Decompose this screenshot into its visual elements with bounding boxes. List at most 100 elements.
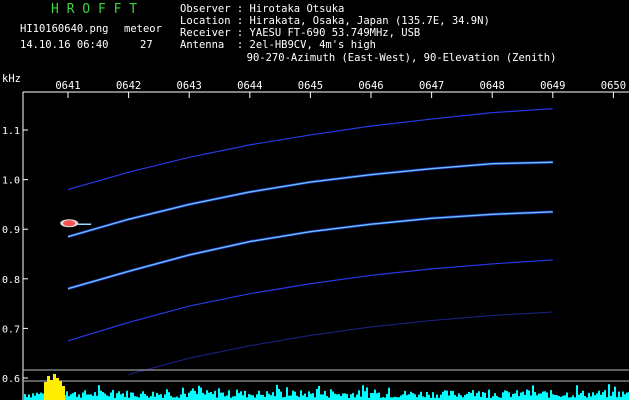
level-bar [594, 395, 596, 400]
level-bar [288, 395, 290, 400]
doppler-trace [67, 108, 553, 191]
level-bar [358, 390, 360, 400]
level-bar [356, 394, 358, 400]
level-bar [212, 393, 214, 400]
level-bar [258, 390, 260, 400]
level-bar [180, 394, 182, 400]
level-bar [550, 390, 552, 400]
y-tick-label: 0.6 [2, 374, 20, 385]
level-bar [624, 394, 626, 400]
level-bar [602, 392, 604, 400]
level-bar [152, 391, 154, 400]
level-bar [74, 391, 76, 400]
level-bar [604, 390, 606, 400]
level-bar [120, 394, 122, 400]
level-bar [422, 396, 424, 400]
level-bar [464, 394, 466, 400]
level-bar [618, 391, 620, 400]
level-bar [248, 394, 250, 400]
level-bar [224, 396, 226, 400]
level-bar [286, 387, 288, 400]
level-bar [326, 396, 328, 400]
level-bar [218, 388, 220, 400]
level-bar [272, 392, 274, 400]
level-bar [40, 392, 42, 400]
level-bar [610, 395, 612, 400]
level-bar [496, 395, 498, 400]
level-burst [62, 386, 65, 400]
level-bar [310, 393, 312, 400]
level-bar [92, 395, 94, 400]
level-bar [252, 395, 254, 400]
x-tick-label: 0641 [55, 80, 80, 92]
level-bar [410, 391, 412, 400]
level-bar [240, 391, 242, 400]
level-burst [56, 378, 59, 400]
level-bar [82, 392, 84, 400]
level-bar [42, 393, 44, 400]
level-bar [108, 396, 110, 400]
level-bar [32, 393, 34, 400]
level-bar [538, 393, 540, 400]
level-bar [590, 396, 592, 400]
level-bar [320, 394, 322, 400]
level-bar [558, 396, 560, 400]
level-bar [450, 390, 452, 400]
level-bar [334, 393, 336, 400]
level-bar [268, 393, 270, 400]
level-bar [222, 392, 224, 400]
level-bar [206, 390, 208, 400]
y-tick-label: 1.0 [2, 176, 20, 187]
level-bar [432, 392, 434, 400]
level-bar [488, 389, 490, 400]
level-bar [118, 391, 120, 400]
level-bar [168, 392, 170, 400]
level-bar [232, 396, 234, 400]
level-bar [236, 389, 238, 400]
level-bar [276, 384, 278, 400]
level-bar [598, 390, 600, 400]
level-bar [322, 394, 324, 400]
level-bar [342, 393, 344, 400]
level-bar [102, 392, 104, 400]
level-bar [528, 390, 530, 400]
level-bar [556, 395, 558, 400]
level-bar [580, 392, 582, 400]
level-bar [588, 392, 590, 400]
level-bar [518, 396, 520, 400]
level-bar [142, 391, 144, 400]
level-bar [520, 392, 522, 400]
doppler-trace [67, 211, 553, 290]
level-bar [364, 391, 366, 400]
y-tick-label: 0.7 [2, 324, 20, 335]
level-bar [442, 391, 444, 400]
level-bar [426, 391, 428, 400]
level-bar [532, 385, 534, 400]
level-bar [458, 393, 460, 400]
level-bar [546, 392, 548, 400]
level-bar [262, 394, 264, 400]
x-tick-label: 0649 [540, 80, 565, 92]
level-bar [388, 387, 390, 400]
y-tick-label: 0.9 [2, 225, 20, 236]
level-bar [608, 384, 610, 400]
level-bar [126, 390, 128, 400]
level-bar [238, 393, 240, 400]
level-bar [160, 394, 162, 400]
level-bar [274, 396, 276, 400]
level-bar [470, 393, 472, 400]
level-bar [104, 393, 106, 400]
level-bar [360, 396, 362, 400]
level-bar [542, 391, 544, 400]
level-bar [112, 389, 114, 400]
level-bar [304, 393, 306, 400]
level-bar [474, 396, 476, 400]
level-bar [220, 392, 222, 400]
level-bar [194, 390, 196, 400]
level-bar [70, 394, 72, 400]
level-bar [352, 393, 354, 400]
level-bar [466, 393, 468, 400]
level-bar [446, 390, 448, 400]
level-bar [406, 395, 408, 400]
level-bar [294, 391, 296, 400]
